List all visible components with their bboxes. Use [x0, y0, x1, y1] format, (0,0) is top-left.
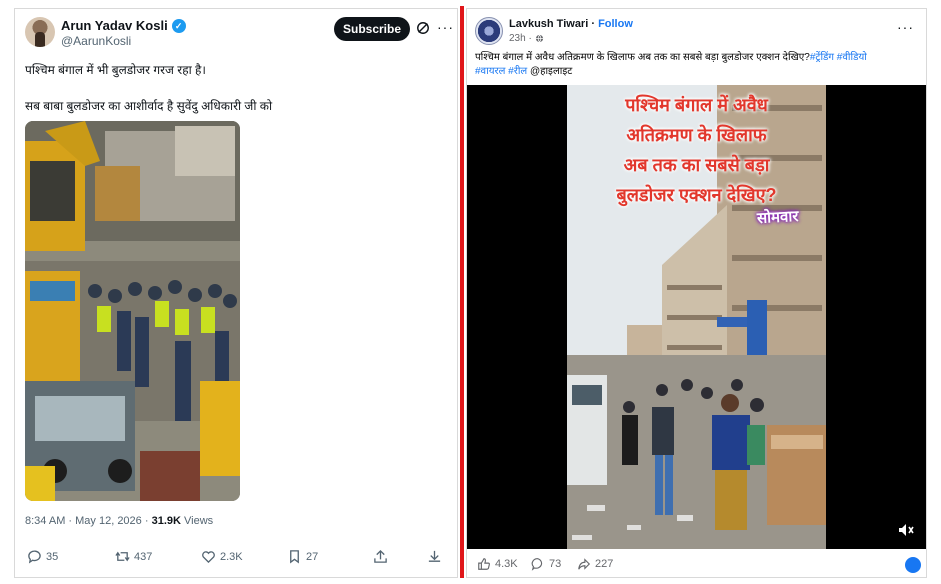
- tweet-text-line1: पश्चिम बंगाल में भी बुलडोजर गरज रहा है।: [25, 63, 206, 77]
- download-icon: [428, 550, 441, 562]
- fb-reaction-icon[interactable]: [905, 557, 921, 573]
- overlay-line-4: बुलडोजर एक्शन देखिए?: [616, 185, 777, 205]
- fb-time-text[interactable]: 23h ·: [509, 33, 532, 44]
- more-options-icon[interactable]: ···: [437, 19, 454, 35]
- overlay-line-2: अतिक्रमण के खिलाफ: [626, 125, 767, 145]
- fb-author-name[interactable]: Lavkush Tiwari: [509, 18, 588, 30]
- repost-button[interactable]: 437: [115, 549, 152, 564]
- fb-mention[interactable]: @हाइलाइट: [530, 66, 572, 77]
- heart-icon: [202, 551, 215, 564]
- facebook-post-card: Lavkush Tiwari · Follow 23h · ··· पश्चिम…: [466, 8, 927, 578]
- bulldozer-scene-image: [25, 121, 240, 501]
- hashtag-reel[interactable]: #रील: [508, 66, 527, 77]
- bookmark-count: 27: [306, 550, 319, 563]
- thumbs-up-icon: [478, 558, 490, 570]
- tweet-video-thumbnail[interactable]: [25, 121, 240, 501]
- fb-like-button[interactable]: 4.3K: [477, 557, 518, 571]
- verified-badge-icon: ✓: [171, 18, 186, 33]
- fb-post-time: 23h ·: [509, 33, 544, 44]
- reply-count: 35: [46, 550, 59, 563]
- fb-share-count: 227: [595, 558, 614, 570]
- fb-video-player[interactable]: पश्चिम बंगाल में अवैध अतिक्रमण के खिलाफ …: [467, 85, 926, 549]
- fb-video-frame: पश्चिम बंगाल में अवैध अतिक्रमण के खिलाफ …: [567, 85, 826, 549]
- fb-follow-button[interactable]: Follow: [598, 18, 633, 30]
- overlay-line-1: पश्चिम बंगाल में अवैध: [625, 95, 768, 115]
- share-button[interactable]: [373, 549, 388, 564]
- fb-caption-text: पश्चिम बंगाल में अवैध अतिक्रमण के खिलाफ …: [475, 52, 810, 63]
- overlay-line-3: अब तक का सबसे बड़ा: [623, 155, 770, 175]
- tweet-text-line2: सब बाबा बुलडोजर का आशीर्वाद है सुवेंदु अ…: [25, 99, 273, 113]
- mute-icon[interactable]: [897, 521, 915, 539]
- fb-comment-button[interactable]: 73: [531, 557, 561, 571]
- fb-author-avatar[interactable]: [475, 17, 503, 45]
- repost-icon: [115, 551, 130, 562]
- subscribe-button[interactable]: Subscribe: [334, 17, 410, 41]
- comment-icon: [531, 558, 543, 571]
- bookmark-button[interactable]: 27: [287, 549, 318, 564]
- hashtag-viral[interactable]: #वायरल: [475, 66, 505, 77]
- reply-icon: [28, 550, 41, 564]
- repost-count: 437: [134, 550, 153, 563]
- globe-icon: [535, 34, 543, 43]
- share-icon: [374, 549, 387, 563]
- fb-like-count: 4.3K: [495, 558, 518, 570]
- tweet-meta: 8:34 AM · May 12, 2026 · 31.9K Views: [25, 515, 213, 527]
- fb-share-button[interactable]: 227: [577, 557, 613, 571]
- hashtag-video[interactable]: #वीडियो: [837, 52, 867, 63]
- tweet-action-bar: 35 437 2.3K 27: [25, 549, 445, 569]
- tweet-author-avatar[interactable]: [25, 17, 55, 47]
- tweet-views-label: Views: [180, 515, 214, 527]
- fb-more-options-icon[interactable]: ···: [897, 19, 914, 35]
- tweet-views-count: 31.9K: [151, 515, 181, 527]
- comparison-screenshot: Arun Yadav Kosli ✓ @AarunKosli Subscribe…: [0, 0, 941, 584]
- fb-caption: पश्चिम बंगाल में अवैध अतिक्रमण के खिलाफ …: [475, 51, 915, 79]
- grok-icon[interactable]: [416, 21, 430, 35]
- tweet-card: Arun Yadav Kosli ✓ @AarunKosli Subscribe…: [14, 8, 458, 578]
- fb-author-line: Lavkush Tiwari · Follow: [509, 18, 633, 30]
- overlay-day-tag: सोमवार: [756, 207, 799, 228]
- like-button[interactable]: 2.3K: [201, 549, 243, 564]
- share-arrow-icon: [578, 558, 591, 570]
- hashtag-trending[interactable]: #ट्रेंडिंग: [810, 52, 834, 63]
- reply-button[interactable]: 35: [27, 549, 58, 564]
- tweet-timestamp[interactable]: 8:34 AM · May 12, 2026 ·: [25, 515, 152, 527]
- like-count: 2.3K: [220, 550, 243, 563]
- tweet-author-name-text[interactable]: Arun Yadav Kosli: [61, 18, 168, 33]
- bookmark-icon: [290, 550, 299, 564]
- tweet-author-name[interactable]: Arun Yadav Kosli ✓: [61, 18, 186, 33]
- download-button[interactable]: [427, 549, 442, 564]
- fb-comment-count: 73: [549, 558, 562, 570]
- tweet-author-handle[interactable]: @AarunKosli: [61, 34, 131, 48]
- fb-action-bar: 4.3K 73 227: [467, 555, 926, 577]
- red-divider: [460, 6, 464, 578]
- fb-name-separator: ·: [588, 18, 599, 30]
